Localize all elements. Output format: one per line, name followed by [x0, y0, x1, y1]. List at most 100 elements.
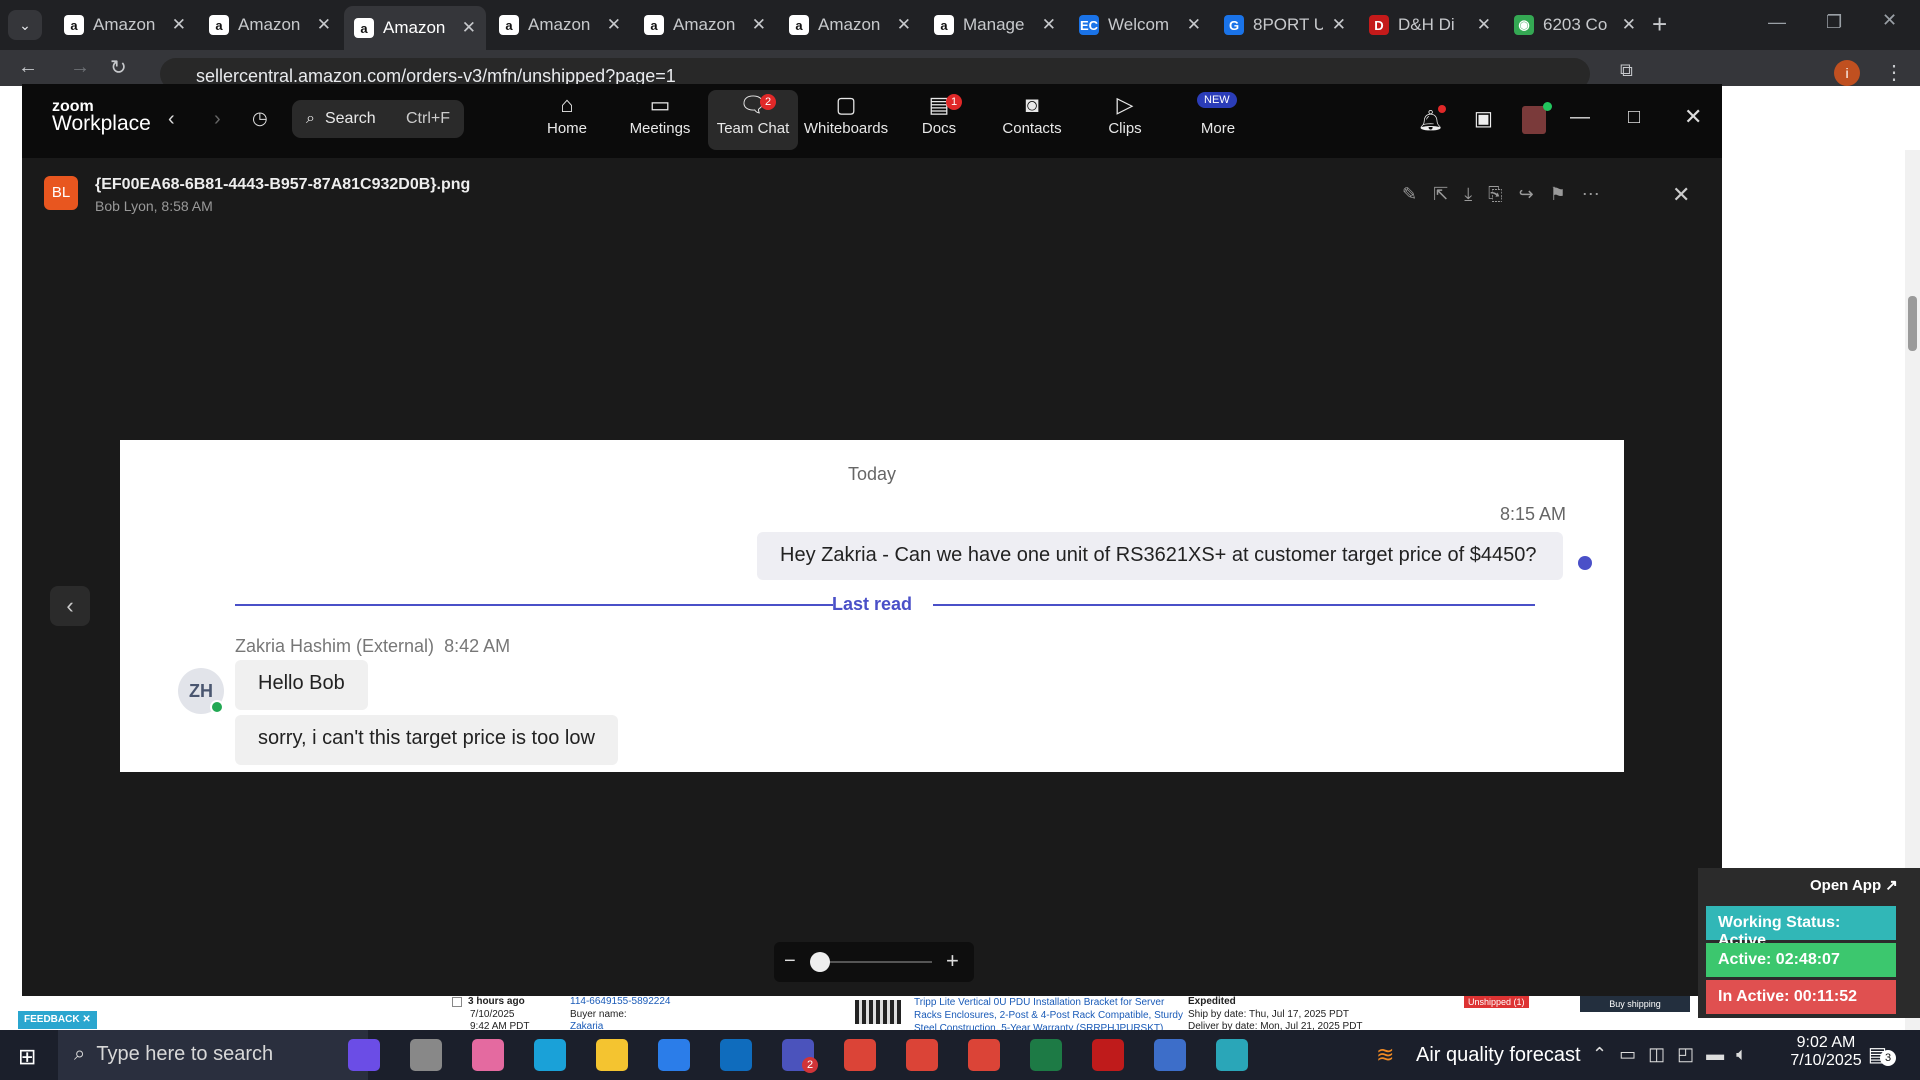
browser-tab[interactable]: a Amazon ✕ [634, 8, 776, 42]
share-icon[interactable]: ↪ [1519, 184, 1534, 205]
browser-tab[interactable]: ◉ 6203 Co ✕ [1504, 8, 1646, 42]
forward-icon[interactable]: → [70, 56, 90, 79]
download-icon[interactable]: ⤓ [1464, 184, 1472, 205]
tray-chevron-icon[interactable]: ⌃ [1592, 1044, 1607, 1065]
row-checkbox[interactable] [452, 997, 462, 1007]
store-icon[interactable] [658, 1039, 690, 1071]
tray-camera-icon[interactable]: ◫ [1648, 1044, 1665, 1065]
browser-tab[interactable]: G 8PORT U ✕ [1214, 8, 1356, 42]
tab-close-icon[interactable]: ✕ [897, 15, 911, 35]
nav-item[interactable]: ⌂ Home [522, 90, 612, 150]
order-id-link[interactable]: 114-6649155-5892224 [570, 996, 670, 1007]
nav-item[interactable]: ▷ Clips [1080, 90, 1170, 150]
zoom-in-icon[interactable]: + [946, 948, 959, 974]
copilot-icon[interactable] [348, 1039, 380, 1071]
task-view-icon[interactable] [410, 1039, 442, 1071]
copilot-app-icon[interactable] [472, 1039, 504, 1071]
feedback-button[interactable]: FEEDBACK ✕ [18, 1011, 97, 1029]
viewer-close-icon[interactable]: ✕ [1672, 182, 1690, 208]
product-title-link[interactable]: Tripp Lite Vertical 0U PDU Installation … [914, 996, 1184, 1030]
weather-label[interactable]: Air quality forecast [1416, 1044, 1581, 1067]
more-options-icon[interactable]: ⋯ [1582, 184, 1600, 205]
zoom-profile-avatar[interactable] [1522, 102, 1552, 134]
nav-item[interactable]: 🗨︎ Team Chat 2 [708, 90, 798, 150]
zoom-close-icon[interactable]: ✕ [1684, 104, 1702, 130]
file-explorer-icon[interactable] [596, 1039, 628, 1071]
tab-close-icon[interactable]: ✕ [1042, 15, 1056, 35]
calculator-icon[interactable] [1154, 1039, 1186, 1071]
new-tab-button[interactable]: + [1652, 11, 1667, 37]
browser-tab[interactable]: a Amazon ✕ [489, 8, 631, 42]
maps-icon: ◉ [1514, 15, 1534, 35]
scrollbar-thumb[interactable] [1908, 296, 1917, 351]
annotate-icon[interactable]: ✎ [1402, 184, 1417, 205]
open-app-link[interactable]: Open App ↗ [1810, 876, 1898, 894]
tray-battery-icon[interactable]: ▬ [1706, 1044, 1724, 1065]
tab-close-icon[interactable]: ✕ [172, 15, 186, 35]
tab-search-button[interactable]: ⌄ [8, 10, 42, 40]
browser-tab[interactable]: a Manage ✕ [924, 8, 1066, 42]
nav-item[interactable]: ⋯MoreNEW [1173, 90, 1263, 150]
tab-close-icon[interactable]: ✕ [607, 15, 621, 35]
extensions-icon[interactable]: ⧉ [1620, 60, 1633, 81]
tab-close-icon[interactable]: ✕ [1477, 15, 1491, 35]
edge-icon[interactable] [534, 1039, 566, 1071]
taskbar-clock[interactable]: 9:02 AM 7/10/2025 [1778, 1034, 1874, 1070]
bell-icon[interactable]: 🔔︎ [1418, 105, 1447, 133]
excel-icon[interactable] [1030, 1039, 1062, 1071]
profile-avatar[interactable]: i [1834, 60, 1860, 86]
zoom-back-icon[interactable]: ‹ [168, 108, 175, 131]
nav-item[interactable]: ◙ Contacts [987, 90, 1077, 150]
calendar-icon[interactable]: ▣ [1474, 106, 1493, 131]
minimize-icon[interactable]: — [1768, 12, 1786, 33]
back-icon[interactable]: ← [18, 56, 38, 79]
browser-menu-icon[interactable]: ⋮ [1884, 60, 1904, 85]
open-external-icon[interactable]: ⇱ [1433, 184, 1448, 205]
filezilla-icon[interactable] [1092, 1039, 1124, 1071]
taskbar-search[interactable]: ⌕ Type here to search [58, 1030, 368, 1080]
zoom-forward-icon[interactable]: › [214, 108, 221, 131]
teams-icon[interactable]: 2 [782, 1039, 818, 1073]
copy-icon[interactable]: ⎘ [1488, 184, 1502, 205]
buy-shipping-button[interactable]: Buy shipping [1580, 996, 1690, 1012]
tray-display-icon[interactable]: ▭ [1619, 1044, 1636, 1065]
tab-close-icon[interactable]: ✕ [462, 18, 476, 38]
nav-item[interactable]: ▭ Meetings [615, 90, 705, 150]
zoom-slider-handle[interactable] [810, 952, 830, 972]
close-icon[interactable]: ✕ [1882, 10, 1897, 31]
bookmark-icon[interactable]: ⚑ [1550, 184, 1566, 205]
zoom-search[interactable]: ⌕ Search Ctrl+F [292, 100, 464, 138]
zoom-out-icon[interactable]: − [784, 950, 796, 973]
nav-item[interactable]: ▤ Docs 1 [894, 90, 984, 150]
outlook-icon[interactable] [720, 1039, 752, 1071]
browser-tab[interactable]: D D&H Di ✕ [1359, 8, 1501, 42]
reload-icon[interactable]: ↻ [110, 55, 127, 80]
tab-close-icon[interactable]: ✕ [1187, 15, 1201, 35]
history-icon[interactable]: ◷ [252, 108, 268, 129]
chrome-icon-3[interactable] [968, 1039, 1000, 1071]
tab-close-icon[interactable]: ✕ [1332, 15, 1346, 35]
tab-close-icon[interactable]: ✕ [317, 15, 331, 35]
tray-network-icon[interactable]: ◰ [1677, 1044, 1694, 1065]
browser-tab[interactable]: a Amazon ✕ [344, 6, 486, 50]
tab-close-icon[interactable]: ✕ [752, 15, 766, 35]
nav-item[interactable]: ▢ Whiteboards [801, 90, 891, 150]
restore-icon[interactable]: ❐ [1826, 12, 1842, 33]
chrome-icon-1[interactable] [844, 1039, 876, 1071]
browser-tab[interactable]: a Amazon ✕ [54, 8, 196, 42]
zoom-slider-track[interactable] [818, 961, 932, 963]
previous-image-button[interactable]: ‹ [50, 586, 90, 626]
app-icon[interactable] [1216, 1039, 1248, 1071]
zoom-minimize-icon[interactable]: — [1570, 106, 1590, 129]
browser-tab[interactable]: a Amazon ✕ [199, 8, 341, 42]
zoom-maximize-icon[interactable]: □ [1628, 106, 1640, 129]
chrome-icon-2[interactable] [906, 1039, 938, 1071]
feedback-label: FEEDBACK [24, 1014, 80, 1025]
browser-tab[interactable]: a Amazon ✕ [779, 8, 921, 42]
tray-volume-icon[interactable]: 🔈︎ [1736, 1044, 1747, 1065]
tab-close-icon[interactable]: ✕ [1622, 15, 1636, 35]
start-icon[interactable]: ⊞ [18, 1044, 36, 1070]
new-tag: NEW [1197, 92, 1237, 108]
browser-tab[interactable]: EC Welcom ✕ [1069, 8, 1211, 42]
notification-center-icon[interactable]: ▤ 3 [1868, 1042, 1896, 1067]
